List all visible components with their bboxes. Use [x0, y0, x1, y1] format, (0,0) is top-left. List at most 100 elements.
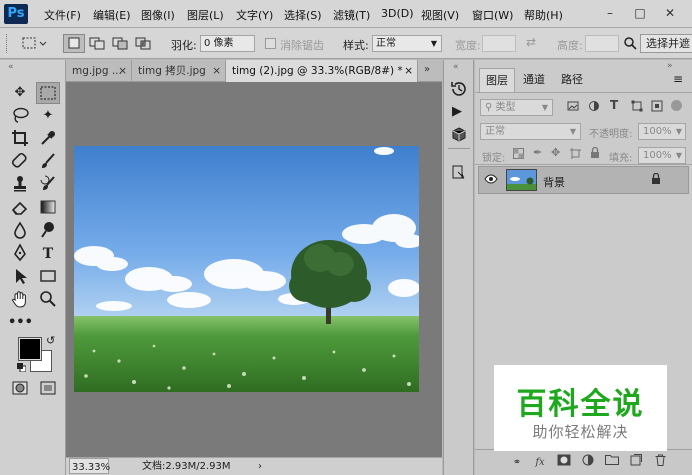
type-tool-icon[interactable]: T [36, 243, 60, 265]
play-actions-icon[interactable]: ▶ [452, 104, 462, 119]
filter-smart-object-icon[interactable] [651, 100, 663, 115]
new-layer-icon[interactable] [627, 454, 645, 472]
new-selection-icon[interactable] [63, 34, 85, 53]
height-input[interactable] [585, 35, 619, 52]
new-group-icon[interactable] [603, 454, 621, 472]
eyedropper-tool-icon[interactable] [36, 128, 60, 150]
zoom-tool-icon[interactable] [36, 289, 60, 311]
screen-mode-icon[interactable] [36, 378, 60, 400]
3d-panel-icon[interactable] [450, 126, 468, 147]
status-menu-arrow-icon[interactable]: › [258, 458, 262, 475]
move-tool-icon[interactable]: ✥ [8, 82, 32, 104]
menu-3d[interactable]: 3D(D) [381, 7, 414, 20]
collapse-layers-icon[interactable]: » [667, 61, 673, 71]
rectangle-tool-icon[interactable] [36, 266, 60, 288]
menu-layer[interactable]: 图层(L) [187, 7, 224, 23]
menu-edit[interactable]: 编辑(E) [93, 7, 131, 23]
filter-pixel-icon[interactable] [567, 100, 579, 115]
marquee-preset-icon[interactable] [18, 34, 50, 53]
quick-mask-icon[interactable] [8, 378, 32, 400]
menu-file[interactable]: 文件(F) [44, 7, 81, 23]
layer-filter-select[interactable]: ⚲ 类型 ▼ [480, 99, 553, 116]
rectangular-marquee-tool-icon[interactable] [36, 82, 60, 104]
link-layers-icon[interactable]: ⚭ [508, 454, 526, 472]
properties-panel-icon[interactable] [450, 163, 468, 184]
tab-channels[interactable]: 通道 [517, 68, 551, 92]
opacity-input[interactable]: 100% ▼ [638, 123, 686, 140]
hand-tool-icon[interactable] [8, 289, 32, 311]
layer-name[interactable]: 背景 [543, 174, 565, 190]
tab-timg[interactable]: mg.jpg ... × [66, 60, 132, 82]
path-selection-tool-icon[interactable] [8, 266, 32, 288]
filter-adjustment-icon[interactable] [588, 100, 600, 115]
select-and-mask-button[interactable]: 选择并遮 [640, 34, 692, 53]
trash-icon[interactable] [651, 454, 669, 472]
width-input[interactable] [482, 35, 516, 52]
dodge-tool-icon[interactable] [36, 220, 60, 242]
menu-image[interactable]: 图像(I) [141, 7, 175, 23]
collapse-toolbox-icon[interactable]: « [8, 62, 14, 72]
intersect-selection-icon[interactable] [132, 34, 154, 53]
collapse-panel-icon[interactable]: « [453, 62, 459, 72]
eye-visibility-icon[interactable] [484, 174, 498, 187]
clone-stamp-tool-icon[interactable] [8, 174, 32, 196]
default-colors-icon[interactable] [17, 362, 27, 373]
menu-type[interactable]: 文字(Y) [236, 7, 273, 23]
lasso-tool-icon[interactable] [8, 105, 32, 127]
swap-icon[interactable]: ⇄ [526, 35, 536, 49]
blur-tool-icon[interactable] [8, 220, 32, 242]
tab-timg-copy[interactable]: timg 拷贝.jpg × [132, 60, 226, 82]
panel-menu-icon[interactable]: ≡ [673, 72, 683, 86]
lock-image-icon[interactable]: ✒ [533, 146, 542, 159]
more-tools-icon[interactable]: ••• [8, 312, 33, 334]
blend-mode-select[interactable]: 正常 ▼ [480, 123, 581, 140]
tab-layers[interactable]: 图层 [479, 68, 515, 92]
lock-artboard-icon[interactable] [570, 148, 581, 162]
add-mask-icon[interactable] [555, 454, 573, 472]
minimize-icon[interactable]: – [600, 4, 620, 22]
filter-toggle-icon[interactable] [671, 100, 682, 111]
close-tab-icon[interactable]: × [118, 60, 127, 82]
menu-window[interactable]: 窗口(W) [472, 7, 513, 23]
search-icon[interactable] [623, 36, 637, 53]
gradient-tool-icon[interactable] [36, 197, 60, 219]
subtract-selection-icon[interactable] [109, 34, 131, 53]
pen-tool-icon[interactable] [8, 243, 32, 265]
fx-icon[interactable]: fx [531, 454, 549, 472]
swap-colors-icon[interactable]: ↺ [46, 334, 55, 347]
antialias-checkbox[interactable] [265, 38, 276, 49]
fill-input[interactable]: 100% ▼ [638, 147, 686, 164]
menu-filter[interactable]: 滤镜(T) [333, 7, 370, 23]
healing-brush-tool-icon[interactable] [8, 151, 32, 173]
foreground-color-swatch[interactable] [18, 337, 42, 361]
brush-tool-icon[interactable] [36, 151, 60, 173]
close-tab-icon[interactable]: × [404, 60, 413, 82]
crop-tool-icon[interactable] [8, 128, 32, 150]
layer-row-background[interactable]: 背景 [478, 166, 689, 194]
lock-all-icon[interactable] [590, 146, 600, 162]
filter-type-icon[interactable]: T [610, 98, 618, 112]
more-tabs-icon[interactable]: » [424, 64, 430, 75]
maximize-icon[interactable]: □ [630, 4, 650, 22]
zoom-level-field[interactable]: 33.33% [69, 458, 110, 474]
lock-transparent-icon[interactable] [513, 148, 524, 162]
document-tabs: mg.jpg ... × timg 拷贝.jpg × timg (2).jpg … [66, 60, 442, 82]
tab-paths[interactable]: 路径 [555, 68, 589, 92]
menu-view[interactable]: 视图(V) [421, 7, 459, 23]
eraser-tool-icon[interactable] [8, 197, 32, 219]
feather-input[interactable]: 0 像素 [200, 35, 255, 52]
document-image[interactable] [74, 146, 419, 392]
lock-position-icon[interactable]: ✥ [551, 146, 560, 159]
history-brush-tool-icon[interactable] [36, 174, 60, 196]
add-selection-icon[interactable] [86, 34, 108, 53]
style-select[interactable]: 正常 ▼ [372, 35, 442, 52]
magic-wand-tool-icon[interactable]: ✦ [36, 105, 60, 127]
menu-select[interactable]: 选择(S) [284, 7, 322, 23]
tab-timg-2-active[interactable]: timg (2).jpg @ 33.3%(RGB/8#) * × [226, 60, 418, 82]
history-panel-icon[interactable] [450, 80, 468, 101]
adjustment-layer-icon[interactable] [579, 454, 597, 472]
close-tab-icon[interactable]: × [212, 60, 221, 82]
close-icon[interactable]: ✕ [660, 4, 680, 22]
filter-shape-icon[interactable] [631, 100, 643, 115]
menu-help[interactable]: 帮助(H) [524, 7, 563, 23]
